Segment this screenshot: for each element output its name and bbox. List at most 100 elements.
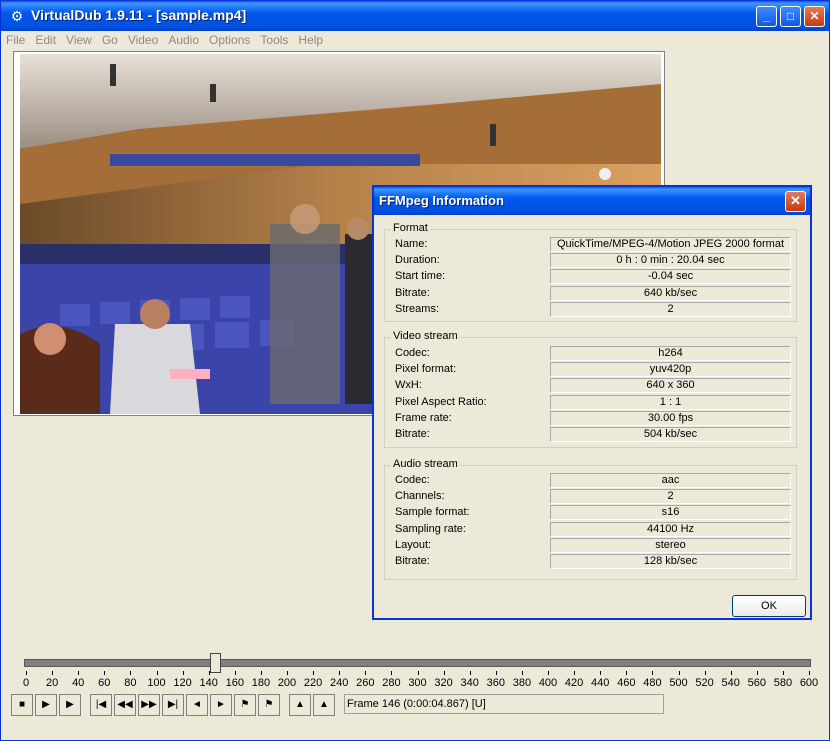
audio-field-value: aac <box>550 473 791 488</box>
menu-audio[interactable]: Audio <box>163 31 204 49</box>
audio-field-label: Sampling rate: <box>395 522 466 535</box>
format-field-label: Start time: <box>395 270 446 283</box>
timeline-tick <box>313 671 315 675</box>
menu-options[interactable]: Options <box>204 31 255 49</box>
format-group: Format Name: QuickTime/MPEG-4/Motion JPEG… <box>384 222 797 322</box>
ok-button[interactable]: OK <box>732 595 806 617</box>
menu-tools[interactable]: Tools <box>255 31 293 49</box>
go-to-start-icon[interactable]: |◀ <box>90 694 112 716</box>
format-field-value: QuickTime/MPEG-4/Motion JPEG 2000 format <box>550 237 791 252</box>
play-input-icon[interactable]: ▶ <box>35 694 57 716</box>
timeline-tick <box>365 671 367 675</box>
timeline-tick <box>260 671 262 675</box>
close-button[interactable]: ✕ <box>804 6 825 27</box>
audio-field-label: Bitrate: <box>395 555 430 567</box>
video-info-row: Pixel Aspect Ratio: 1 : 1 <box>395 394 795 411</box>
video-field-value: 640 x 360 <box>550 378 791 394</box>
timeline-tick <box>104 671 106 675</box>
audio-stream-group: Audio stream Codec: aac Channels: 2 Sample f… <box>384 458 797 580</box>
timeline-tick <box>391 671 393 675</box>
format-info-row: Name: QuickTime/MPEG-4/Motion JPEG 2000 f… <box>395 237 795 253</box>
timeline-tick <box>417 671 419 675</box>
menu-help[interactable]: Help <box>293 31 328 49</box>
key-previous-icon[interactable]: ◄ <box>186 694 208 716</box>
video-group-label: Video stream <box>391 330 460 342</box>
mark-in-icon[interactable]: ▲ <box>289 694 311 716</box>
video-field-value: h264 <box>550 346 791 361</box>
timeline-tick <box>626 671 628 675</box>
timeline-tick <box>443 671 445 675</box>
video-field-label: WxH: <box>395 379 422 392</box>
timeline-tick <box>182 671 184 675</box>
menu-edit[interactable]: Edit <box>30 31 61 49</box>
audio-field-value: 44100 Hz <box>550 521 791 537</box>
format-info-row: Streams: 2 <box>395 301 795 318</box>
video-info-row: Codec: h264 <box>395 346 795 362</box>
audio-field-value: s16 <box>550 505 791 521</box>
timeline-tick <box>156 671 158 675</box>
format-field-value: 2 <box>550 301 791 317</box>
scene-next-icon[interactable]: ⚑ <box>258 694 280 716</box>
timeline-tick <box>730 671 732 675</box>
audio-group-label: Audio stream <box>391 458 460 470</box>
format-field-label: Name: <box>395 238 428 250</box>
audio-field-value: 128 kb/sec <box>550 554 791 569</box>
mark-out-icon[interactable]: ▲ <box>313 694 335 716</box>
timeline-tick <box>704 671 706 675</box>
timeline-tick <box>26 671 27 675</box>
dialog-title-bar[interactable]: FFMpeg Information ✕ <box>374 187 810 215</box>
format-field-label: Bitrate: <box>395 286 430 299</box>
dialog-close-button[interactable]: ✕ <box>785 191 806 212</box>
video-field-label: Codec: <box>395 347 430 359</box>
video-field-value: yuv420p <box>550 362 791 378</box>
go-to-end-icon[interactable]: ▶| <box>162 694 184 716</box>
format-field-label: Duration: <box>395 254 440 267</box>
video-field-label: Bitrate: <box>395 428 430 440</box>
menu-go[interactable]: Go <box>97 31 123 49</box>
video-info-row: Bitrate: 504 kb/sec <box>395 427 795 443</box>
timeline-tick <box>782 671 784 675</box>
video-info-row: Pixel format: yuv420p <box>395 362 795 378</box>
timeline-track[interactable] <box>24 659 811 667</box>
scene-previous-icon[interactable]: ⚑ <box>234 694 256 716</box>
ffmpeg-info-dialog: FFMpeg Information ✕ Format Name: QuickTi… <box>372 185 812 620</box>
menu-file[interactable]: File <box>1 31 30 49</box>
menu-bar: File Edit View Go Video Audio Options Tools Help <box>1 31 829 49</box>
timeline-tick <box>652 671 654 675</box>
video-field-label: Pixel format: <box>395 363 457 376</box>
maximize-button[interactable]: □ <box>780 6 801 27</box>
key-next-icon[interactable]: ► <box>210 694 232 716</box>
timeline-slider-thumb[interactable] <box>210 653 221 673</box>
audio-field-value: 2 <box>550 489 791 505</box>
video-info-row: WxH: 640 x 360 <box>395 378 795 394</box>
format-field-value: -0.04 sec <box>550 269 791 285</box>
video-field-value: 504 kb/sec <box>550 427 791 442</box>
timeline-tick <box>521 671 523 675</box>
timeline-tick <box>600 671 602 675</box>
minimize-button[interactable]: _ <box>756 6 777 27</box>
format-field-label: Streams: <box>395 302 440 315</box>
app-icon[interactable]: ⚙ <box>9 8 25 24</box>
timeline-tick <box>234 671 236 675</box>
menu-view[interactable]: View <box>61 31 97 49</box>
video-field-value: 30.00 fps <box>550 410 791 426</box>
timeline-tick <box>469 671 471 675</box>
menu-video[interactable]: Video <box>123 31 163 49</box>
timeline-scale: 0 20 40 60 80 100 120 140 160 180 200 220 240 260 280 3… <box>1 671 830 691</box>
dialog-title: FFMpeg Information <box>379 193 504 208</box>
play-output-icon[interactable]: ▶ <box>59 694 81 716</box>
format-field-value: 0 h : 0 min : 20.04 sec <box>550 253 791 269</box>
timeline-tick <box>130 671 132 675</box>
timeline-tick <box>78 671 80 675</box>
timeline-tick <box>756 671 758 675</box>
format-info-row: Bitrate: 640 kb/sec <box>395 285 795 302</box>
audio-info-row: Layout: stereo <box>395 537 795 554</box>
stop-icon[interactable]: ■ <box>11 694 33 716</box>
audio-field-label: Layout: <box>395 538 432 551</box>
audio-field-value: stereo <box>550 537 791 553</box>
step-forward-icon[interactable]: ▶▶ <box>138 694 160 716</box>
audio-info-row: Codec: aac <box>395 473 795 489</box>
step-back-icon[interactable]: ◀◀ <box>114 694 136 716</box>
format-info-row: Duration: 0 h : 0 min : 20.04 sec <box>395 253 795 269</box>
title-bar[interactable]: ⚙ VirtualDub 1.9.11 - [sample.mp4] _ □ ✕ <box>1 1 829 31</box>
